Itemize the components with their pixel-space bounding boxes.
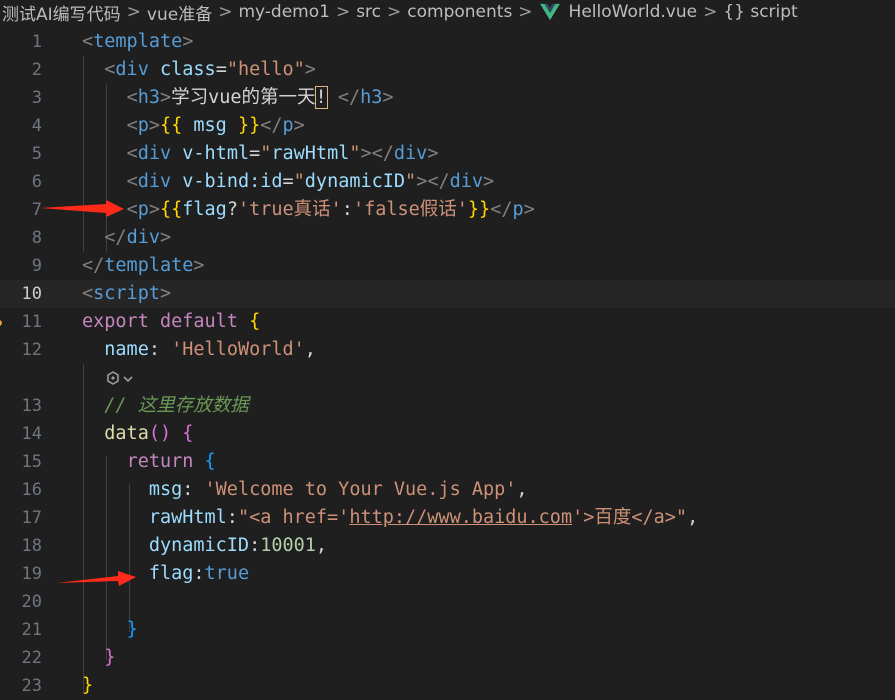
breadcrumb-item-src[interactable]: src: [354, 2, 383, 22]
code-text: export default {: [82, 311, 261, 332]
line-number: 6: [31, 172, 42, 192]
code-line[interactable]: 11 export default {: [0, 308, 895, 336]
line-number: 23: [21, 676, 42, 696]
breadcrumb-separator: >: [126, 2, 141, 22]
breadcrumb-item-folder[interactable]: vue准备: [145, 0, 214, 25]
code-text: name: 'HelloWorld',: [104, 339, 316, 360]
code-text: <script>: [82, 283, 172, 304]
breadcrumb-item-symbol[interactable]: {} script: [721, 2, 799, 22]
breadcrumb-item-project[interactable]: 测试AI编写代码: [0, 0, 123, 25]
code-line[interactable]: 17 rawHtml:"<a href='http://www.baidu.co…: [0, 504, 895, 532]
breadcrumb-item-file[interactable]: HelloWorld.vue: [567, 2, 700, 22]
line-number: 9: [31, 256, 42, 276]
code-text: <p>{{ msg }}</p>: [126, 115, 305, 136]
chevron-down-icon: [123, 376, 133, 383]
vue-logo-icon: [539, 3, 560, 21]
code-text: <p>{{flag?'true真话':'false假话'}}</p>: [126, 199, 535, 220]
code-text: dynamicID:10001,: [148, 535, 328, 556]
line-number: 20: [21, 592, 42, 612]
line-number: 12: [21, 340, 42, 360]
code-text: <template>: [82, 31, 194, 52]
code-text: <h3>学习vue的第一天! </h3>: [126, 86, 394, 109]
breadcrumb-separator: >: [335, 2, 351, 22]
code-text: }: [82, 675, 94, 696]
code-text: data() {: [104, 423, 194, 444]
code-line[interactable]: 13 // 这里存放数据: [0, 392, 895, 420]
line-number: 17: [21, 508, 42, 528]
breadcrumb-separator: >: [387, 2, 402, 22]
code-text: <div class="hello">: [104, 59, 316, 80]
code-line[interactable]: 9 </template>: [0, 252, 895, 280]
line-number: 15: [21, 452, 42, 472]
code-text: </template>: [82, 255, 205, 276]
line-number: 3: [31, 88, 42, 108]
code-line[interactable]: 4 <p>{{ msg }}</p>: [0, 112, 895, 140]
line-number: 2: [31, 60, 42, 80]
code-line[interactable]: 1 <template>: [0, 28, 895, 56]
code-line[interactable]: 16 msg: 'Welcome to Your Vue.js App',: [0, 476, 895, 504]
code-text: msg: 'Welcome to Your Vue.js App',: [148, 479, 528, 500]
code-line[interactable]: 3 <h3>学习vue的第一天! </h3>: [0, 84, 895, 112]
code-text: // 这里存放数据: [104, 395, 249, 416]
code-text: }: [126, 619, 138, 640]
code-line[interactable]: 14 data() {: [0, 420, 895, 448]
code-line[interactable]: 2 <div class="hello">: [0, 56, 895, 84]
code-text: rawHtml:"<a href='http://www.baidu.com'>…: [148, 507, 699, 528]
line-number: 13: [21, 396, 42, 416]
line-number: 21: [21, 620, 42, 640]
breadcrumb-item-components[interactable]: components: [405, 2, 514, 22]
breadcrumb-separator: >: [703, 2, 718, 22]
code-line[interactable]: 22 }: [0, 644, 895, 672]
line-number: 14: [21, 424, 42, 444]
breadcrumb-separator: >: [218, 2, 233, 22]
line-number: 8: [31, 228, 42, 248]
code-line[interactable]: 20: [0, 588, 895, 616]
code-text: }: [104, 647, 116, 668]
breadcrumb: 测试AI编写代码 > vue准备 > my-demo1 > src > comp…: [0, 0, 895, 24]
line-number: 16: [21, 480, 42, 500]
code-text: </div>: [104, 227, 172, 248]
code-line-active[interactable]: 10 <script>: [0, 280, 895, 308]
copilot-sparkle-icon[interactable]: [104, 369, 136, 389]
line-number: 10: [21, 284, 42, 304]
line-number: 11: [21, 312, 42, 332]
code-text: <div v-html="rawHtml"></div>: [126, 143, 439, 164]
red-arrow-annotation: [56, 571, 136, 586]
code-line[interactable]: 21 }: [0, 616, 895, 644]
line-number: 7: [31, 200, 42, 220]
code-editor[interactable]: 1 <template> 2 <div class="hello"> 3 <h3…: [0, 28, 895, 698]
line-number: 4: [31, 116, 42, 136]
code-line[interactable]: 8 </div>: [0, 224, 895, 252]
code-line[interactable]: 7 <p>{{flag?'true真话':'false假话'}}</p>: [0, 196, 895, 224]
code-text: <div v-bind:id="dynamicID"></div>: [126, 171, 495, 192]
red-arrow-annotation: [40, 200, 124, 217]
code-line[interactable]: 5 <div v-html="rawHtml"></div>: [0, 140, 895, 168]
breadcrumb-item-app[interactable]: my-demo1: [236, 2, 331, 22]
line-number: 22: [21, 648, 42, 668]
code-line[interactable]: 18 dynamicID:10001,: [0, 532, 895, 560]
code-text: return {: [126, 451, 216, 472]
breadcrumb-separator: >: [518, 2, 533, 22]
line-number: 18: [21, 536, 42, 556]
line-number: 5: [31, 144, 42, 164]
code-line[interactable]: 15 return {: [0, 448, 895, 476]
code-line[interactable]: 6 <div v-bind:id="dynamicID"></div>: [0, 168, 895, 196]
code-line[interactable]: 23 }: [0, 672, 895, 700]
code-line[interactable]: 12 name: 'HelloWorld',: [0, 336, 895, 364]
line-number: 19: [21, 564, 42, 584]
line-number: 1: [31, 32, 42, 52]
